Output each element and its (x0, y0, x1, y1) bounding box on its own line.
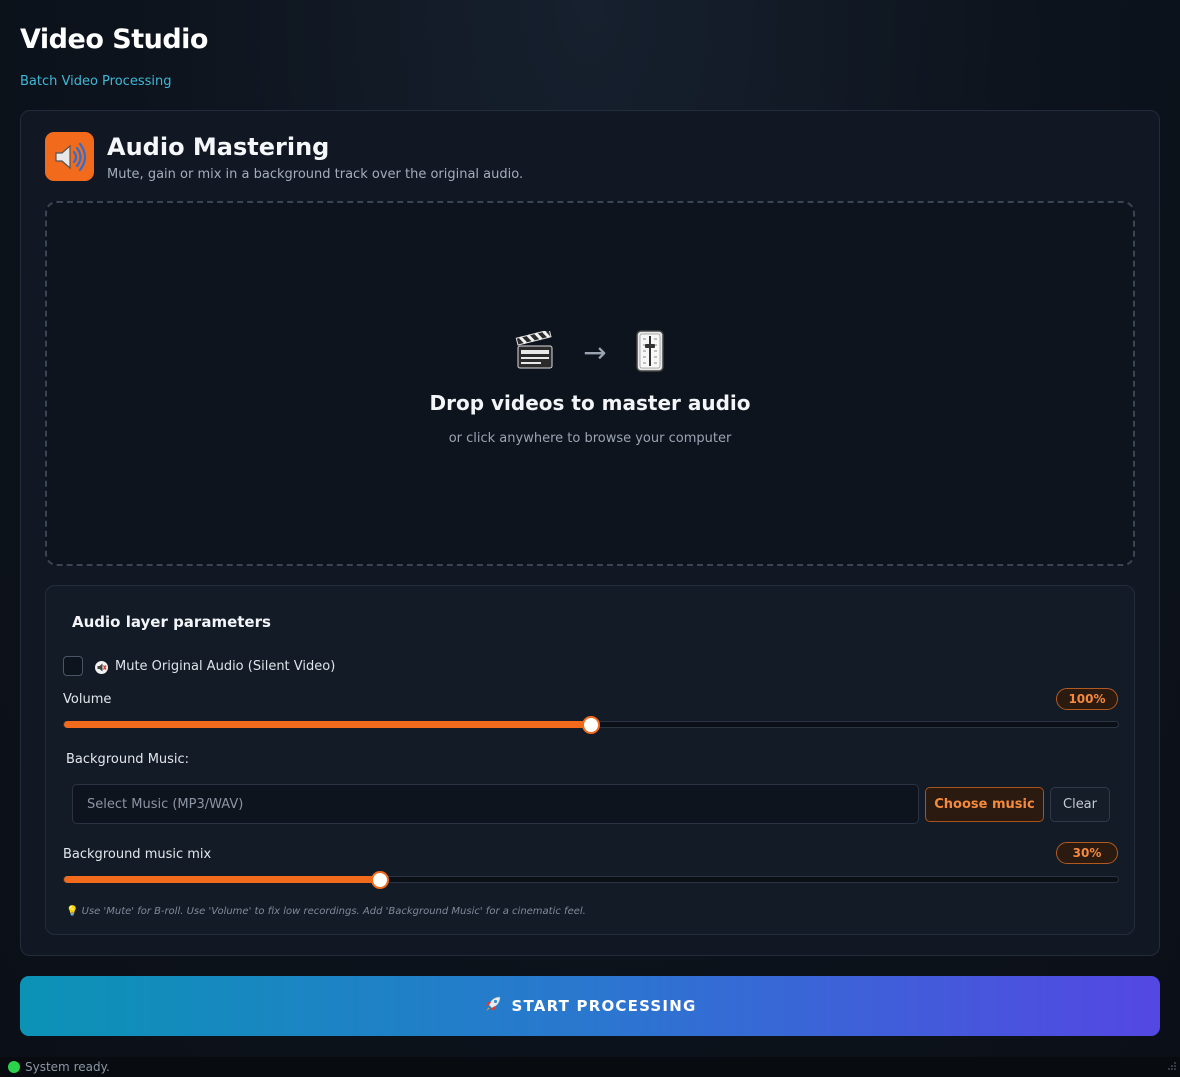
app-title: Video Studio (20, 24, 208, 55)
rocket-icon (484, 995, 502, 1017)
params-title: Audio layer parameters (72, 613, 271, 631)
audio-mastering-panel: Audio Mastering Mute, gain or mix in a b… (20, 110, 1160, 956)
mute-label: Mute Original Audio (Silent Video) (115, 659, 336, 674)
mix-value-badge: 30% (1056, 842, 1118, 864)
resize-grip-icon[interactable] (1168, 1055, 1176, 1074)
volume-label: Volume (63, 692, 112, 707)
app-subtitle: Batch Video Processing (20, 74, 172, 89)
start-processing-label: START PROCESSING (511, 997, 697, 1015)
clapperboard-icon (515, 329, 555, 375)
mix-slider-thumb[interactable] (371, 871, 390, 889)
speaker-icon (45, 132, 94, 181)
volume-slider[interactable] (63, 716, 1119, 734)
mixer-fader-icon (635, 329, 665, 377)
hint-text: 💡 Use 'Mute' for B-roll. Use 'Volume' to… (66, 906, 586, 917)
volume-value-badge: 100% (1056, 688, 1118, 710)
status-bar: System ready. (0, 1057, 1180, 1077)
mix-slider-fill (64, 876, 381, 883)
dropzone-title: Drop videos to master audio (429, 391, 751, 415)
lightbulb-icon: 💡 (66, 906, 79, 917)
status-indicator (8, 1061, 20, 1073)
choose-music-button[interactable]: Choose music (925, 787, 1044, 822)
muted-speaker-icon (95, 661, 108, 674)
start-processing-button[interactable]: START PROCESSING (20, 976, 1160, 1036)
video-dropzone[interactable]: → Drop videos to master audio or click a… (45, 201, 1135, 566)
status-text: System ready. (25, 1060, 110, 1074)
volume-slider-thumb[interactable] (582, 716, 600, 734)
audio-params-section: Audio layer parameters Mute Original Aud… (45, 585, 1135, 935)
mix-slider[interactable] (63, 871, 1119, 889)
clear-music-button[interactable]: Clear (1050, 787, 1110, 822)
background-music-input[interactable]: Select Music (MP3/WAV) (72, 784, 919, 824)
dropzone-subtitle: or click anywhere to browse your compute… (448, 431, 732, 446)
arrow-right-icon: → (583, 336, 607, 369)
panel-description: Mute, gain or mix in a background track … (107, 167, 524, 182)
background-music-label: Background Music: (66, 752, 190, 767)
volume-slider-fill (64, 721, 591, 728)
panel-title: Audio Mastering (107, 133, 330, 161)
mix-label: Background music mix (63, 847, 212, 862)
mute-checkbox[interactable] (63, 656, 83, 676)
